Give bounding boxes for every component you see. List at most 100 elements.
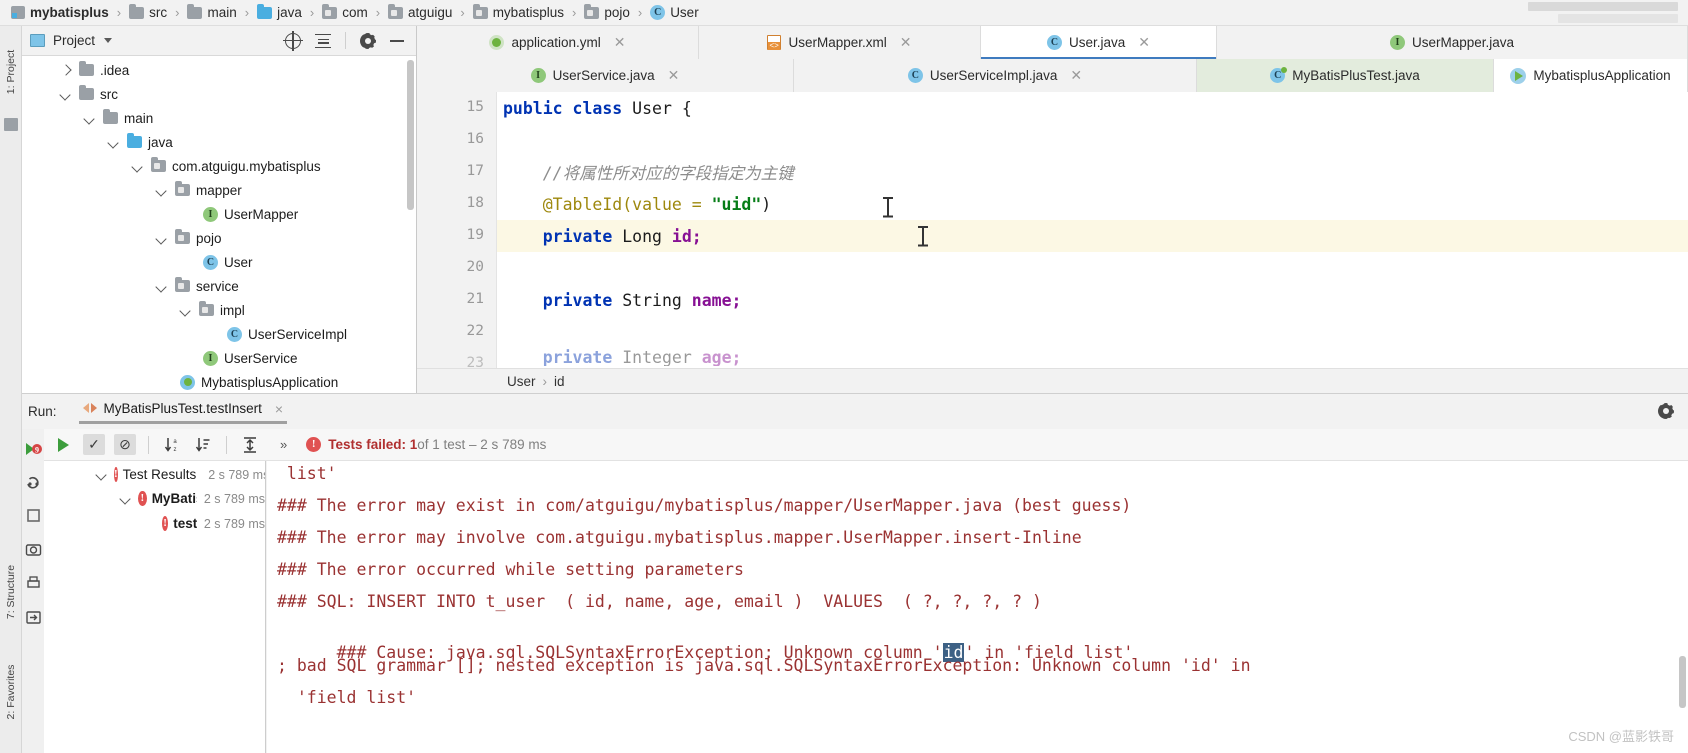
target-icon[interactable] bbox=[283, 30, 303, 51]
chevron-down-icon[interactable] bbox=[180, 304, 193, 317]
breadcrumb-item-user[interactable]: C User bbox=[647, 5, 702, 20]
text-cursor-1 bbox=[883, 197, 893, 217]
tree-item-mapper[interactable]: mapper bbox=[22, 178, 416, 202]
tab-user-java[interactable]: C User.java ✕ bbox=[981, 26, 1217, 59]
no-entry-icon[interactable]: ⊘ bbox=[114, 434, 136, 455]
tool-window-icon[interactable] bbox=[4, 118, 18, 131]
run-tab-mybatisplustest-testinsert[interactable]: MyBatisPlusTest.testInsert × bbox=[78, 401, 288, 424]
tree-item-src[interactable]: src bbox=[22, 82, 416, 106]
chevron-down-icon[interactable] bbox=[84, 112, 97, 125]
screenshot-icon[interactable] bbox=[25, 541, 42, 558]
chevron-right-icon[interactable] bbox=[60, 64, 73, 77]
toolbar-overflow-button[interactable]: » bbox=[280, 437, 287, 452]
collapse-all-icon[interactable] bbox=[315, 33, 331, 49]
minimize-icon[interactable] bbox=[390, 39, 404, 42]
chevron-down-icon[interactable] bbox=[96, 468, 109, 481]
line-number: 17 bbox=[466, 163, 484, 179]
editor-breadcrumb: User › id bbox=[417, 368, 1688, 393]
tab-usermapper-java[interactable]: I UserMapper.java bbox=[1217, 26, 1688, 59]
console-line: list' bbox=[277, 464, 337, 483]
tab-close-icon[interactable]: ✕ bbox=[900, 34, 912, 51]
tree-item-userservice[interactable]: I UserService bbox=[22, 346, 416, 370]
tab-close-icon[interactable]: ✕ bbox=[1070, 67, 1082, 84]
code-editor[interactable]: 15 16 17 18 19 20 21 22 23 public class … bbox=[417, 92, 1688, 371]
stop-icon[interactable] bbox=[25, 507, 42, 524]
tree-item-userserviceimpl[interactable]: C UserServiceImpl bbox=[22, 322, 416, 346]
tool-button-favorites[interactable]: 2: Favorites bbox=[5, 663, 17, 721]
editor-breadcrumb-member[interactable]: id bbox=[554, 374, 565, 389]
test-tree-row-class[interactable]: ! MyBatisPl… 2 s 789 ms bbox=[44, 486, 265, 511]
chevron-down-icon[interactable] bbox=[156, 280, 169, 293]
tree-item-main[interactable]: main bbox=[22, 106, 416, 130]
code-line-21: private String name; bbox=[498, 284, 1688, 316]
line-number: 20 bbox=[466, 259, 484, 275]
tree-item-usermapper[interactable]: I UserMapper bbox=[22, 202, 416, 226]
chevron-down-icon[interactable] bbox=[60, 88, 73, 101]
tab-usermapper-xml[interactable]: UserMapper.xml ✕ bbox=[699, 26, 981, 59]
breadcrumb-separator: › bbox=[244, 5, 250, 20]
test-tree-row-method[interactable]: ! testIns… 2 s 789 ms bbox=[44, 511, 265, 536]
code-content[interactable]: public class User { //将属性所对应的字段指定为主键 @Ta… bbox=[498, 92, 1688, 368]
tab-application-yml[interactable]: application.yml ✕ bbox=[417, 26, 699, 59]
chevron-down-icon[interactable] bbox=[156, 232, 169, 245]
tab-userserviceimpl-java[interactable]: C UserServiceImpl.java ✕ bbox=[794, 59, 1197, 92]
module-icon bbox=[11, 6, 25, 19]
test-results-tree[interactable]: ! Test Results 2 s 789 ms ! MyBatisPl… 2… bbox=[44, 461, 266, 753]
expand-all-icon[interactable] bbox=[239, 434, 261, 455]
code-line-19: private Long id; bbox=[498, 220, 1688, 252]
export-icon[interactable] bbox=[25, 609, 42, 626]
tool-button-project[interactable]: 1: Project bbox=[5, 43, 17, 101]
tree-item-user[interactable]: C User bbox=[22, 250, 416, 274]
tab-close-icon[interactable]: ✕ bbox=[614, 34, 626, 51]
breadcrumb-item-mybatisplus[interactable]: mybatisplus bbox=[470, 3, 567, 20]
run-tab-close-icon[interactable]: × bbox=[275, 401, 283, 417]
tab-mybatisplusapplication[interactable]: MybatisplusApplication bbox=[1494, 59, 1688, 92]
gear-icon[interactable] bbox=[1658, 403, 1674, 419]
tree-item-mybatisplusapplication[interactable]: MybatisplusApplication bbox=[22, 370, 416, 394]
gear-icon[interactable] bbox=[360, 33, 376, 49]
breadcrumb-item-atguigu[interactable]: atguigu bbox=[385, 3, 455, 20]
tree-item-service[interactable]: service bbox=[22, 274, 416, 298]
tab-mybatisplustest-java[interactable]: C MyBatisPlusTest.java bbox=[1197, 59, 1494, 92]
breadcrumb-item-java[interactable]: java bbox=[254, 3, 305, 20]
sort-alphabetically-icon[interactable]: az bbox=[161, 434, 183, 455]
tree-item-idea[interactable]: .idea bbox=[22, 58, 416, 82]
run-icon[interactable] bbox=[52, 434, 74, 455]
editor-gutter[interactable]: 15 16 17 18 19 20 21 22 23 bbox=[417, 92, 497, 371]
test-console-output[interactable]: list' ### The error may exist in com/atg… bbox=[267, 461, 1688, 753]
breadcrumb-item-main[interactable]: main bbox=[184, 3, 239, 20]
breadcrumb-item-src[interactable]: src bbox=[126, 3, 170, 20]
print-icon[interactable] bbox=[25, 575, 42, 592]
tree-item-label: pojo bbox=[196, 230, 222, 246]
tab-close-icon[interactable]: ✕ bbox=[1138, 34, 1150, 51]
breadcrumb-item-pojo[interactable]: pojo bbox=[581, 3, 633, 20]
chevron-down-icon[interactable] bbox=[120, 492, 133, 505]
xml-icon bbox=[767, 35, 782, 50]
breadcrumb-item-com[interactable]: com bbox=[319, 3, 371, 20]
breadcrumb-separator: › bbox=[375, 5, 381, 20]
tree-item-label: .idea bbox=[100, 62, 130, 78]
editor-breadcrumb-class[interactable]: User bbox=[507, 374, 536, 389]
project-scrollbar[interactable] bbox=[407, 60, 414, 210]
tree-item-java[interactable]: java bbox=[22, 130, 416, 154]
toolbar-fragment bbox=[1528, 2, 1678, 11]
tab-userservice-java[interactable]: I UserService.java ✕ bbox=[417, 59, 794, 92]
chevron-down-icon[interactable] bbox=[108, 136, 121, 149]
sort-by-duration-icon[interactable] bbox=[192, 434, 214, 455]
console-scrollbar[interactable] bbox=[1679, 656, 1686, 708]
rerun-failed-icon[interactable] bbox=[25, 473, 42, 490]
chevron-down-icon[interactable] bbox=[156, 184, 169, 197]
breadcrumb-item-module[interactable]: mybatisplus bbox=[8, 6, 112, 20]
tree-item-package-root[interactable]: com.atguigu.mybatisplus bbox=[22, 154, 416, 178]
chevron-down-icon[interactable] bbox=[132, 160, 145, 173]
tab-close-icon[interactable]: ✕ bbox=[668, 67, 680, 84]
run-tool-window-header: Run: MyBatisPlusTest.testInsert × bbox=[22, 393, 1688, 429]
chevron-down-icon[interactable] bbox=[104, 38, 113, 43]
test-tree-row-results[interactable]: ! Test Results 2 s 789 ms bbox=[44, 461, 265, 486]
checkmark-icon[interactable]: ✓ bbox=[83, 434, 105, 455]
error-icon: ! bbox=[306, 437, 322, 452]
tool-button-structure[interactable]: 7: Structure bbox=[5, 563, 17, 621]
tree-item-pojo[interactable]: pojo bbox=[22, 226, 416, 250]
rerun-icon[interactable]: 9 bbox=[25, 441, 42, 458]
tree-item-impl[interactable]: impl bbox=[22, 298, 416, 322]
